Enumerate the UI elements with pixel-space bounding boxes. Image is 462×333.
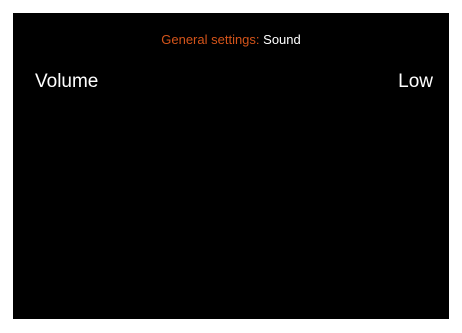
title-section-label: General settings: — [161, 32, 260, 47]
volume-label: Volume — [35, 71, 99, 92]
title-page-label: Sound — [263, 32, 301, 47]
page-title: General settings: Sound — [13, 32, 449, 48]
volume-setting-row[interactable]: Volume Low — [35, 70, 433, 94]
settings-screen: General settings: Sound Volume Low — [13, 13, 449, 319]
volume-value: Low — [398, 71, 433, 92]
